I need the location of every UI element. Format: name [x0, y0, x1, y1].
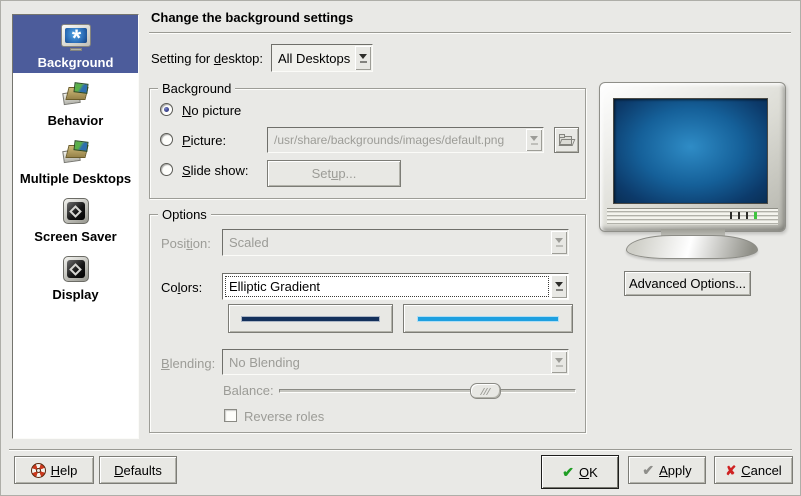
- no-picture-label: No picture: [182, 103, 241, 118]
- advanced-options-label: Advanced Options...: [629, 276, 746, 291]
- desktop-combobox-value: All Desktops: [272, 51, 354, 66]
- color1-button[interactable]: [228, 304, 393, 333]
- advanced-options-button[interactable]: Advanced Options...: [624, 271, 751, 296]
- desktop-layers-icon: [60, 79, 92, 111]
- desktop-layers-icon: [60, 137, 92, 169]
- balance-slider: [279, 389, 576, 393]
- balance-label: Balance:: [223, 383, 274, 398]
- cancel-label: Cancel: [741, 463, 781, 478]
- picture-path-value: /usr/share/backgrounds/images/default.pn…: [268, 133, 525, 147]
- sidebar-item-label: Multiple Desktops: [20, 171, 131, 186]
- sidebar-item-label: Background: [38, 55, 114, 70]
- setting-for-desktop-label: Setting for desktop:: [151, 51, 263, 66]
- page-title: Change the background settings: [151, 10, 353, 25]
- apply-button[interactable]: ✔ Apply: [628, 456, 706, 484]
- position-label: Position:: [161, 236, 211, 251]
- sidebar-item-multiple-desktops[interactable]: Multiple Desktops: [13, 131, 138, 189]
- kcontrol-background-dialog: * Background Behavior Multiple Desktops …: [0, 0, 801, 496]
- sidebar-item-background[interactable]: * Background: [13, 15, 138, 73]
- module-sidebar: * Background Behavior Multiple Desktops …: [12, 14, 139, 439]
- blending-label: Blending:: [161, 356, 215, 371]
- setup-button: Setup...: [267, 160, 401, 187]
- combo-arrow-icon: [551, 351, 567, 373]
- reverse-roles-checkbox: [224, 409, 237, 422]
- cancel-x-icon: ✘: [725, 464, 736, 477]
- sidebar-item-label: Display: [52, 287, 98, 302]
- apply-label: Apply: [659, 463, 692, 478]
- colors-label: Colors:: [161, 280, 202, 295]
- sidebar-item-behavior[interactable]: Behavior: [13, 73, 138, 131]
- monitor-preview: [599, 82, 786, 260]
- footer-separator: [9, 449, 792, 451]
- sidebar-item-display[interactable]: Display: [13, 247, 138, 305]
- ok-label: OK: [579, 465, 598, 480]
- slideshow-radio[interactable]: [160, 163, 173, 176]
- position-combobox-value: Scaled: [223, 235, 550, 250]
- defaults-button[interactable]: Defaults: [99, 456, 177, 484]
- color2-swatch: [417, 316, 560, 322]
- folder-icon: [559, 134, 575, 146]
- picture-label: Picture:: [182, 133, 226, 148]
- position-combobox: Scaled: [222, 229, 569, 256]
- folder-button: [554, 127, 579, 153]
- combo-arrow-icon[interactable]: [551, 275, 567, 298]
- color1-swatch: [241, 316, 380, 322]
- monitor-led-lights: [730, 212, 757, 219]
- no-picture-radio[interactable]: [160, 103, 173, 116]
- header-separator: [149, 32, 791, 34]
- picture-radio[interactable]: [160, 133, 173, 146]
- background-group-title: Background: [158, 81, 235, 96]
- sidebar-item-label: Screen Saver: [34, 229, 116, 244]
- combo-arrow-icon: [551, 231, 567, 254]
- defaults-label: Defaults: [114, 463, 162, 478]
- colors-combobox-value: Elliptic Gradient: [223, 279, 550, 294]
- monitor-screen: [613, 98, 768, 204]
- apply-check-icon: ✔: [642, 463, 654, 477]
- help-label: Help: [51, 463, 78, 478]
- monitor-stand-base: [626, 235, 758, 259]
- background-monitor-icon: *: [60, 21, 92, 53]
- desktop-combobox[interactable]: All Desktops: [271, 44, 373, 72]
- blending-combobox: No Blending: [222, 349, 569, 375]
- options-group-title: Options: [158, 207, 211, 222]
- sidebar-item-label: Behavior: [48, 113, 104, 128]
- picture-path-combobox: /usr/share/backgrounds/images/default.pn…: [267, 127, 544, 153]
- help-lifebuoy-icon: [31, 463, 46, 478]
- sidebar-item-screen-saver[interactable]: Screen Saver: [13, 189, 138, 247]
- cancel-button[interactable]: ✘ Cancel: [714, 456, 793, 484]
- slideshow-label: Slide show:: [182, 163, 248, 178]
- help-button[interactable]: Help: [14, 456, 94, 484]
- reverse-roles-label: Reverse roles: [244, 409, 324, 424]
- power-led: [754, 212, 757, 219]
- color2-button[interactable]: [403, 304, 573, 333]
- dark-screen-icon: [60, 195, 92, 227]
- combo-arrow-icon: [526, 129, 542, 151]
- blending-combobox-value: No Blending: [223, 355, 550, 370]
- balance-slider-handle: [470, 383, 501, 399]
- ok-check-icon: ✔: [562, 465, 574, 479]
- ok-button[interactable]: ✔ OK: [541, 455, 619, 489]
- combo-arrow-icon[interactable]: [355, 46, 371, 70]
- dark-screen-icon: [60, 253, 92, 285]
- colors-combobox[interactable]: Elliptic Gradient: [222, 273, 569, 300]
